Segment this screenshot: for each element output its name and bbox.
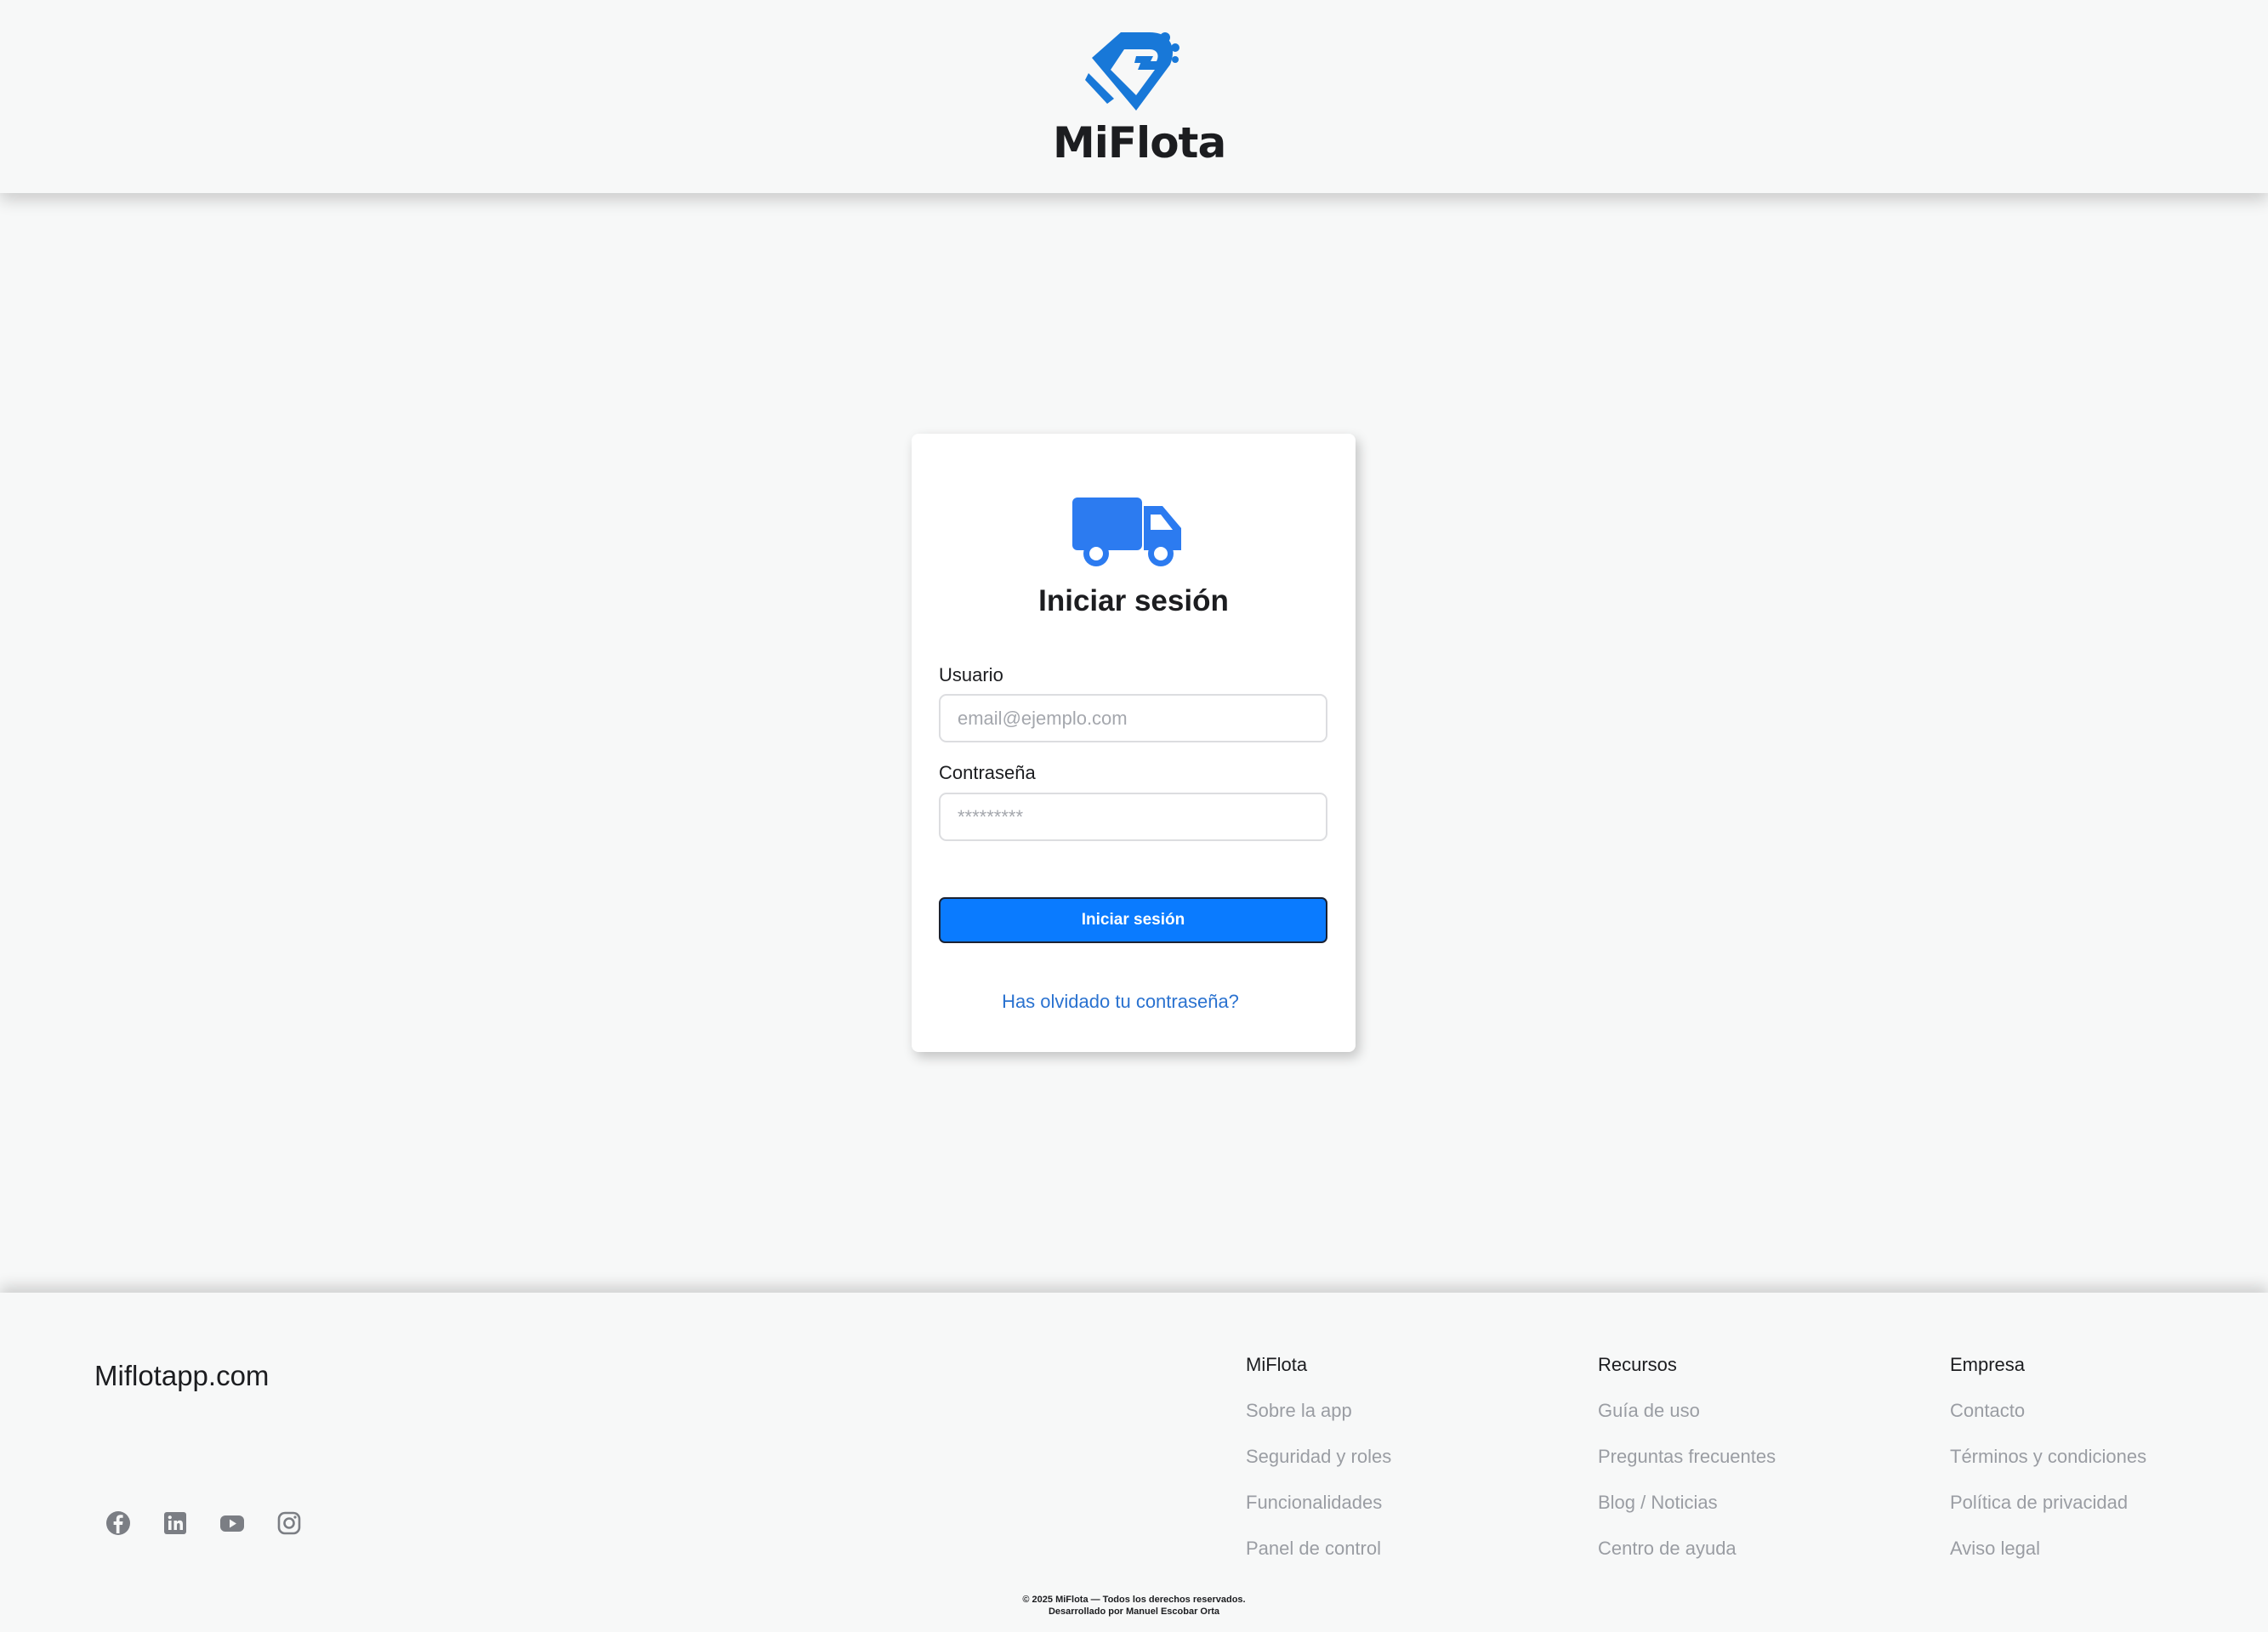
footer-link[interactable]: Blog / Noticias [1598, 1490, 1718, 1515]
instagram-icon[interactable] [276, 1510, 303, 1537]
footer-link[interactable]: Preguntas frecuentes [1598, 1444, 1776, 1470]
facebook-icon[interactable] [105, 1510, 132, 1537]
footer: Miflotapp.com MiFlota Sobre la app Segur… [0, 1293, 2268, 1632]
footer-link[interactable]: Seguridad y roles [1246, 1444, 1391, 1470]
footer-link[interactable]: Aviso legal [1950, 1536, 2040, 1561]
truck-icon [1072, 498, 1181, 566]
login-title: Iniciar sesión [1038, 584, 1229, 617]
footer-link[interactable]: Política de privacidad [1950, 1490, 2128, 1515]
password-input[interactable] [939, 793, 1327, 841]
page: MiFlota Iniciar sesión Usuario Contraseñ… [0, 0, 2268, 1632]
username-label: Usuario [939, 664, 1003, 685]
forgot-password-link[interactable]: Has olvidado tu contraseña? [912, 990, 1329, 1014]
copyright: © 2025 MiFlota — Todos los derechos rese… [0, 1594, 2268, 1618]
brand-name: MiFlota [1053, 118, 1226, 168]
footer-col-title-empresa: Empresa [1950, 1354, 2026, 1375]
footer-link[interactable]: Guía de uso [1598, 1398, 1700, 1424]
login-button[interactable]: Iniciar sesión [939, 897, 1327, 943]
footer-col-title-miflota: MiFlota [1246, 1354, 1308, 1375]
youtube-icon[interactable] [219, 1510, 246, 1537]
login-card: Iniciar sesión Usuario Contraseña Inicia… [912, 434, 1356, 1052]
footer-site-name: Miflotapp.com [94, 1360, 270, 1391]
password-label: Contraseña [939, 762, 1036, 783]
footer-link[interactable]: Contacto [1950, 1398, 2025, 1424]
footer-link[interactable]: Funcionalidades [1246, 1490, 1382, 1515]
footer-col-title-recursos: Recursos [1598, 1354, 1677, 1375]
developer-credit: Desarrollado por Manuel Escobar Orta [1048, 1606, 1220, 1617]
linkedin-icon[interactable] [162, 1510, 189, 1537]
footer-link[interactable]: Sobre la app [1246, 1398, 1352, 1424]
header: MiFlota [0, 0, 2268, 193]
brand-logo-icon[interactable] [1085, 31, 1185, 116]
copyright-line: © 2025 MiFlota — Todos los derechos rese… [1022, 1595, 1246, 1605]
footer-link[interactable]: Términos y condiciones [1950, 1444, 2146, 1470]
footer-link[interactable]: Centro de ayuda [1598, 1536, 1737, 1561]
username-input[interactable] [939, 694, 1327, 742]
footer-link[interactable]: Panel de control [1246, 1536, 1381, 1561]
